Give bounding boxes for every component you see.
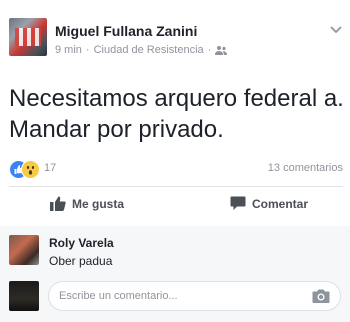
comment-input[interactable]: [59, 282, 299, 310]
author-avatar[interactable]: [9, 18, 47, 56]
comment-button[interactable]: Comentar: [230, 196, 308, 211]
author-name[interactable]: Miguel Fullana Zanini: [55, 23, 197, 39]
friends-icon: [215, 45, 228, 55]
post-location[interactable]: Ciudad de Resistencia: [94, 44, 204, 56]
meta-separator: ·: [85, 44, 90, 56]
post-time[interactable]: 9 min: [55, 44, 82, 56]
reaction-count: 17: [44, 162, 57, 174]
post-meta: 9 min · Ciudad de Resistencia ·: [55, 44, 228, 56]
thumbs-up-icon: [50, 196, 66, 211]
meta-separator: ·: [207, 44, 212, 56]
camera-icon[interactable]: [312, 288, 330, 304]
commenter-avatar[interactable]: [9, 235, 39, 265]
post-body: Necesitamos arquero federal a. Mandar po…: [9, 83, 345, 145]
post-header: Miguel Fullana Zanini 9 min · Ciudad de …: [0, 0, 350, 62]
divider: [9, 186, 343, 187]
post-text-line: Necesitamos arquero federal a.: [9, 85, 344, 112]
chevron-down-icon[interactable]: [328, 24, 344, 36]
current-user-avatar: [9, 281, 39, 311]
comment-count[interactable]: 13 comentarios: [268, 162, 343, 174]
comment-author[interactable]: Roly Varela: [49, 236, 114, 250]
wow-reaction-icon: [21, 160, 40, 179]
like-button-label: Me gusta: [72, 196, 125, 211]
comment-icon: [230, 196, 246, 210]
post-text-line: Mandar por privado.: [9, 116, 224, 143]
reactions-summary[interactable]: 17 13 comentarios: [9, 158, 343, 180]
comment-composer[interactable]: [48, 281, 341, 311]
comment-button-label: Comentar: [252, 196, 309, 211]
action-bar: Me gusta Comentar: [0, 190, 350, 222]
like-button[interactable]: Me gusta: [50, 196, 124, 211]
comment-text: Ober padua: [49, 254, 113, 268]
comments-section: Roly Varela Ober padua: [0, 226, 350, 322]
